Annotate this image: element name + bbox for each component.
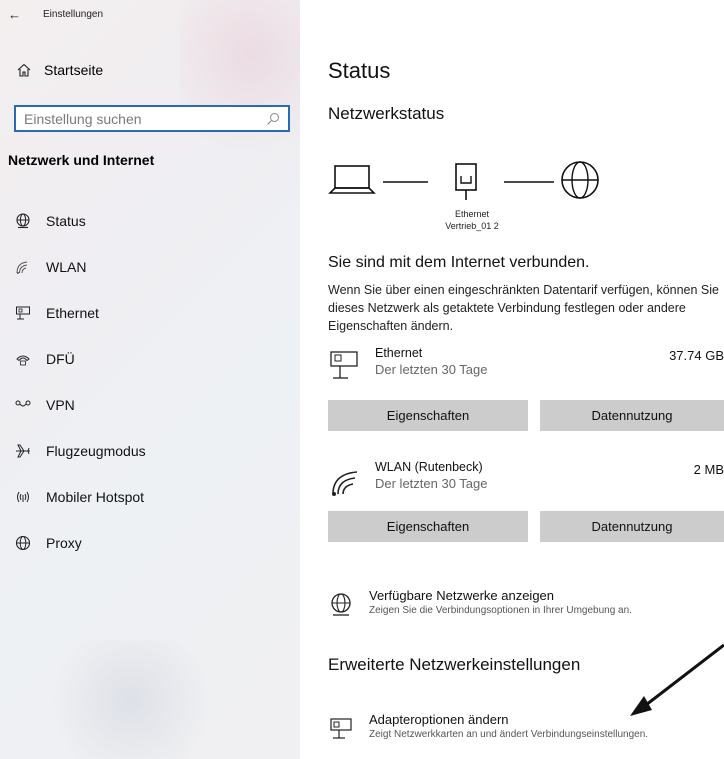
dialup-phone-icon: [14, 350, 32, 368]
title-bar: ← Einstellungen: [8, 8, 103, 21]
hotspot-icon: [14, 488, 32, 506]
sidebar-item-vpn[interactable]: VPN: [0, 382, 300, 428]
sidebar-item-wlan[interactable]: WLAN: [0, 244, 300, 290]
window-title: Einstellungen: [43, 9, 104, 20]
sidebar-item-label: Flugzeugmodus: [46, 443, 146, 459]
connection-status-text: Sie sind mit dem Internet verbunden.: [328, 254, 590, 271]
sidebar-item-label: DFÜ: [46, 351, 75, 367]
sidebar-item-label: Status: [46, 213, 86, 229]
sidebar-item-label: Mobiler Hotspot: [46, 489, 145, 505]
ethernet-icon: [330, 351, 358, 379]
home-icon: [17, 63, 31, 77]
network-usage: 2 MB: [693, 462, 724, 477]
page-title: Status: [328, 58, 391, 83]
link-subtitle: Zeigen Sie die Verbindungsoptionen in Ih…: [369, 605, 632, 616]
connection-description: Wenn Sie über einen eingeschränkten Date…: [328, 283, 719, 333]
globe-status-icon: [331, 593, 351, 616]
adapter-label: Ethernet Vertrieb_01 2: [432, 208, 512, 232]
globe-status-icon: [14, 212, 32, 230]
ethernet-icon: [14, 304, 32, 322]
wlan-properties-button[interactable]: Eigenschaften: [328, 511, 528, 542]
sidebar-item-label: Proxy: [46, 535, 82, 551]
ethernet-adapter-icon: [455, 163, 477, 200]
network-period: Der letzten 30 Tage: [375, 476, 488, 491]
sidebar-item-dfu[interactable]: DFÜ: [0, 336, 300, 382]
sidebar-item-ethernet[interactable]: Ethernet: [0, 290, 300, 336]
search-icon[interactable]: [266, 112, 280, 126]
section-title: Netzwerk und Internet: [8, 152, 155, 168]
wifi-icon: [332, 471, 358, 496]
sidebar-item-proxy[interactable]: Proxy: [0, 520, 300, 566]
network-status-heading: Netzwerkstatus: [328, 104, 445, 123]
link-title: Verfügbare Netzwerke anzeigen: [369, 588, 555, 603]
wlan-data-usage-button[interactable]: Datennutzung: [540, 511, 724, 542]
sidebar-item-label: WLAN: [46, 259, 87, 275]
adapter-name: Vertrieb_01 2: [445, 221, 499, 231]
network-adapter-icon: [330, 718, 352, 739]
ethernet-data-usage-button[interactable]: Datennutzung: [540, 400, 724, 431]
network-name: WLAN (Rutenbeck): [375, 460, 483, 474]
search-input[interactable]: [24, 110, 266, 127]
network-usage: 37.74 GB: [669, 348, 724, 363]
available-networks-link[interactable]: Verfügbare Netzwerke anzeigen Zeigen Sie…: [328, 588, 724, 622]
ethernet-properties-button[interactable]: Eigenschaften: [328, 400, 528, 431]
vpn-icon: [14, 396, 32, 414]
advanced-settings-heading: Erweiterte Netzwerkeinstellungen: [328, 655, 581, 674]
sidebar-item-label: Startseite: [44, 62, 104, 78]
sidebar-item-hotspot[interactable]: Mobiler Hotspot: [0, 474, 300, 520]
adapter-options-link[interactable]: Adapteroptionen ändern Zeigt Netzwerkkar…: [328, 712, 724, 746]
sidebar-nav: Status WLAN Ethernet DFÜ VPN Flugzeugmod…: [0, 198, 300, 566]
sidebar-item-label: Ethernet: [46, 305, 99, 321]
sidebar-item-status[interactable]: Status: [0, 198, 300, 244]
search-box[interactable]: [14, 105, 290, 132]
airplane-icon: [14, 442, 32, 460]
adapter-type: Ethernet: [454, 209, 490, 219]
network-entry-wlan: WLAN (Rutenbeck) Der letzten 30 Tage 2 M…: [328, 460, 724, 504]
link-title: Adapteroptionen ändern: [369, 712, 509, 727]
sidebar-item-label: VPN: [46, 397, 75, 413]
network-period: Der letzten 30 Tage: [375, 362, 488, 377]
wifi-icon: [14, 258, 32, 276]
network-entry-ethernet: Ethernet Der letzten 30 Tage 37.74 GB: [328, 346, 724, 390]
laptop-icon: [328, 165, 376, 194]
sidebar: ← Einstellungen Startseite Netzwerk und …: [0, 0, 300, 759]
back-arrow-icon[interactable]: ←: [8, 8, 21, 21]
network-name: Ethernet: [375, 346, 423, 360]
internet-globe-icon: [561, 161, 599, 199]
sidebar-item-home[interactable]: Startseite: [16, 62, 103, 78]
main-content: Status Netzwerkstatus Ethernet Vertrieb_…: [328, 0, 724, 759]
globe-icon: [14, 534, 32, 552]
link-subtitle: Zeigt Netzwerkkarten an und ändert Verbi…: [369, 729, 649, 740]
sidebar-item-flugzeugmodus[interactable]: Flugzeugmodus: [0, 428, 300, 474]
